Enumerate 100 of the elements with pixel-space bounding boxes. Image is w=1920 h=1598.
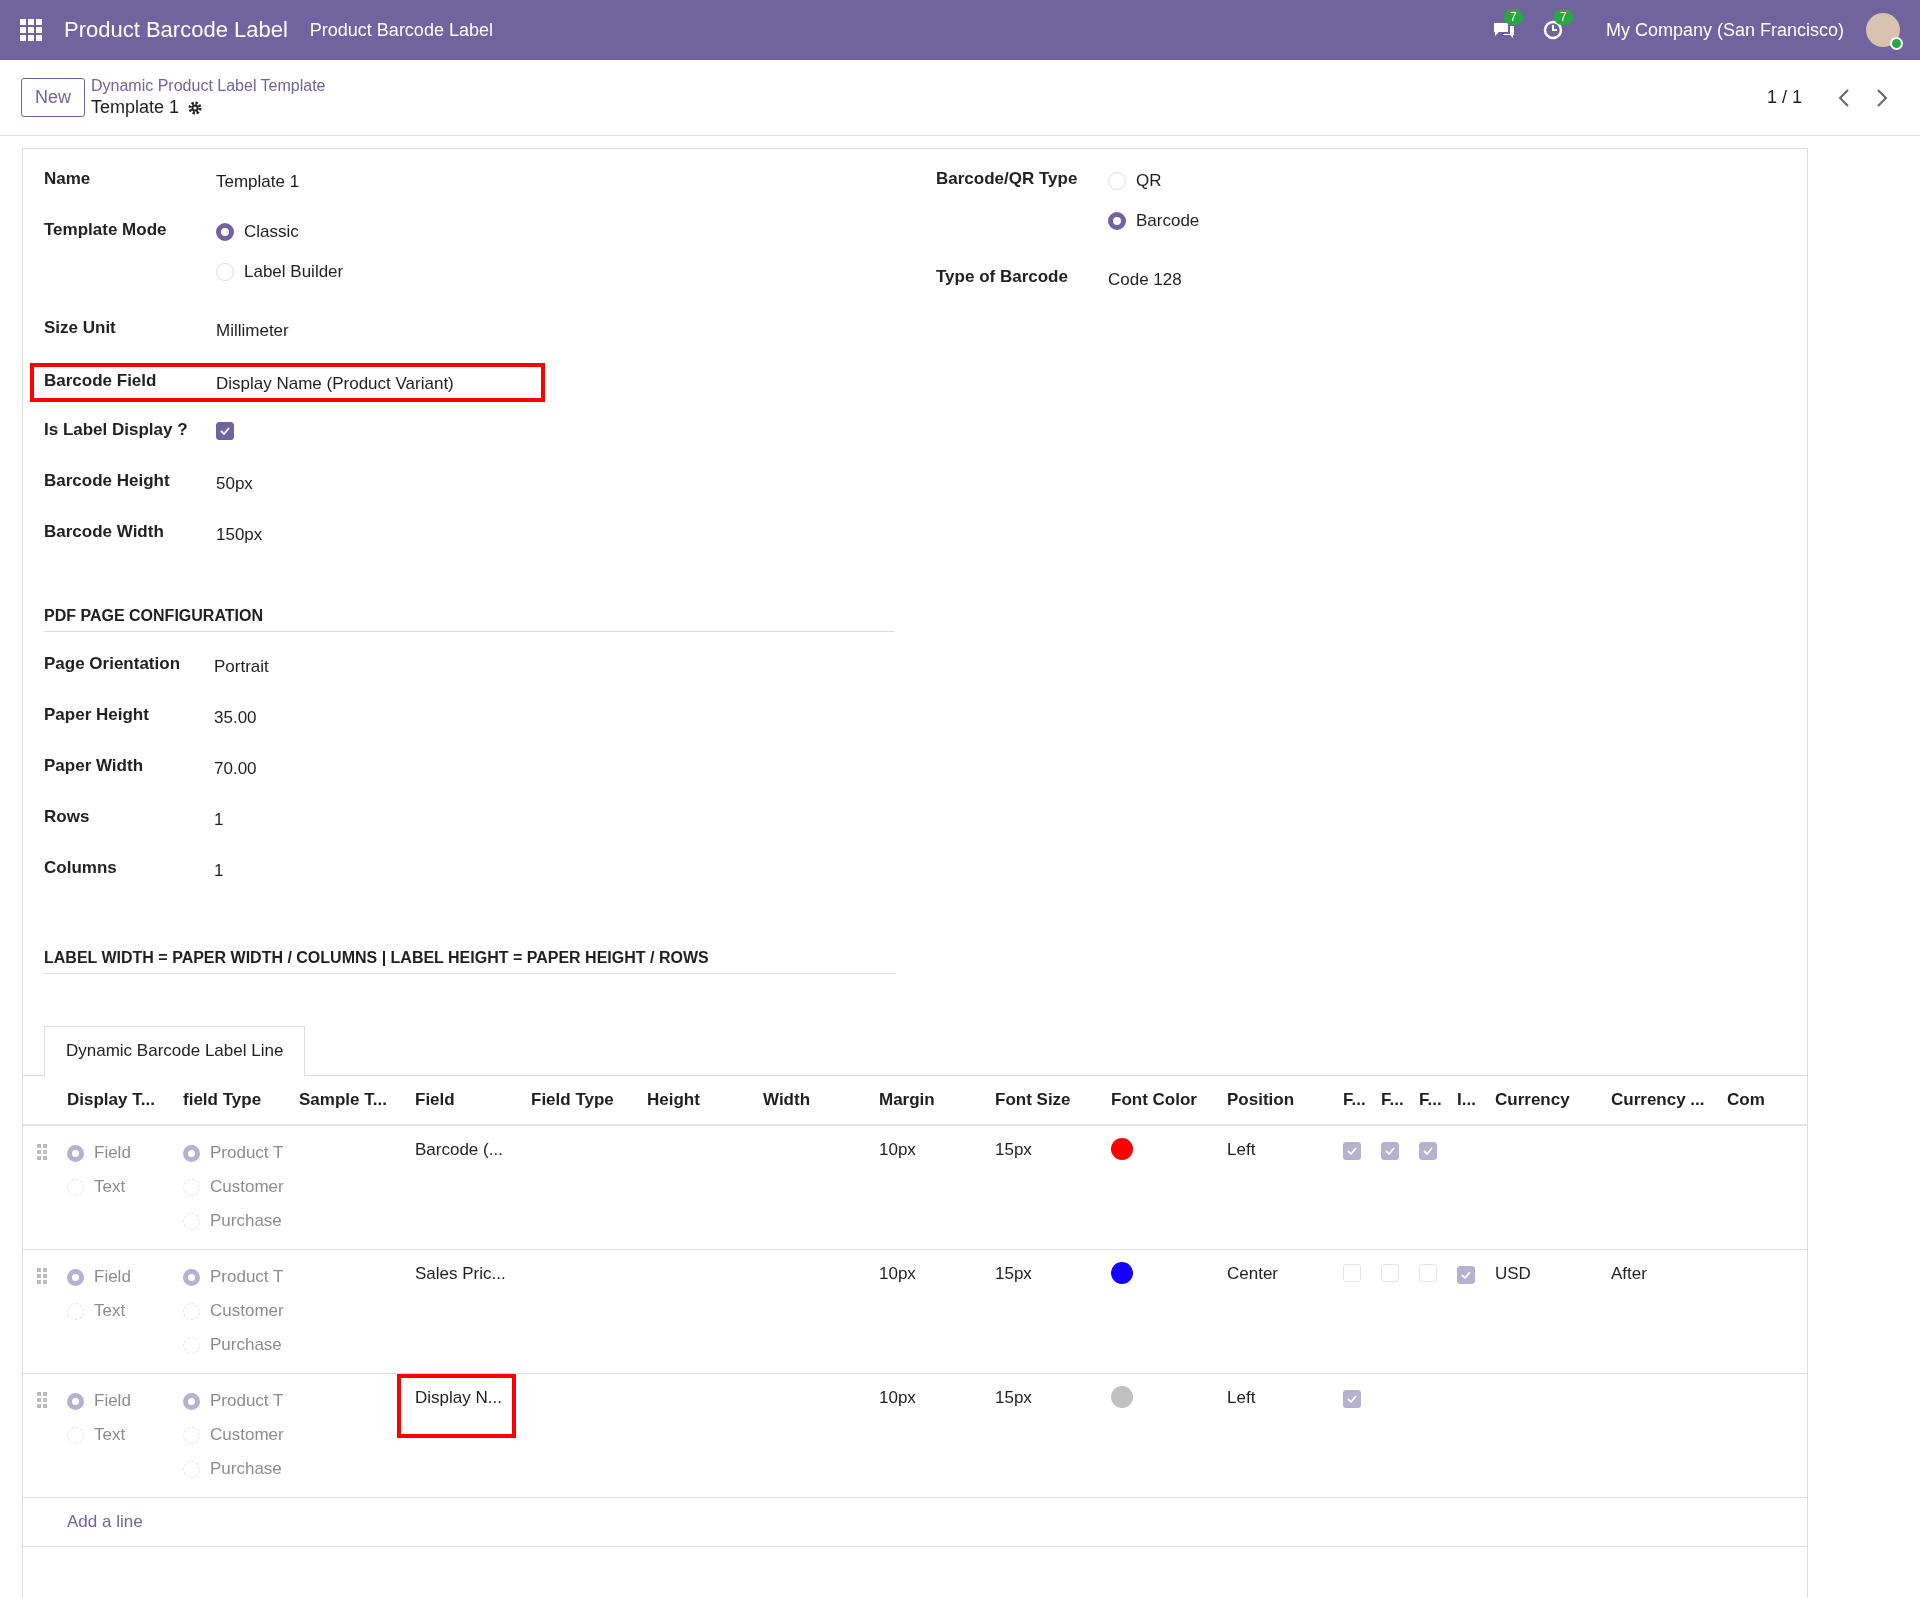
column-header[interactable]: Width xyxy=(763,1090,879,1110)
table-cell-text: USD xyxy=(1495,1264,1532,1284)
column-header[interactable]: Field xyxy=(415,1090,531,1110)
field-value[interactable]: 1 xyxy=(214,858,936,909)
column-header[interactable]: Sample T... xyxy=(299,1090,415,1110)
user-avatar[interactable] xyxy=(1866,13,1900,47)
drag-handle-icon[interactable] xyxy=(37,1144,47,1160)
field-value[interactable]: Portrait xyxy=(214,654,936,705)
section-title: PDF PAGE CONFIGURATION xyxy=(44,607,895,632)
table-cell-text: 10px xyxy=(879,1388,917,1408)
radio-label[interactable]: Label Builder xyxy=(244,262,344,282)
checkbox[interactable] xyxy=(1419,1142,1437,1160)
message-count-badge: 7 xyxy=(1503,9,1523,25)
apps-menu-icon[interactable] xyxy=(20,19,42,41)
app-title: Product Barcode Label xyxy=(64,17,288,43)
check-icon xyxy=(1461,1271,1471,1279)
field-value[interactable]: 70.00 xyxy=(214,756,936,807)
field-label: Barcode/QR Type xyxy=(936,169,1079,189)
radio-button[interactable] xyxy=(183,1268,200,1286)
table-cell-text: 10px xyxy=(879,1140,917,1160)
field-value[interactable]: Template 1 xyxy=(216,169,936,192)
check-icon xyxy=(1423,1147,1433,1155)
field-label: Template Mode xyxy=(44,220,168,240)
field-label: Paper Width xyxy=(44,756,145,777)
radio-label[interactable]: Classic xyxy=(244,222,299,242)
radio-label[interactable]: Barcode xyxy=(1136,211,1200,231)
column-header[interactable]: Field Type xyxy=(531,1090,647,1110)
table-cell-text: Left xyxy=(1227,1140,1257,1160)
column-header[interactable]: Font Size xyxy=(995,1090,1111,1110)
check-icon xyxy=(1347,1147,1357,1155)
check-icon xyxy=(220,427,230,435)
drag-handle-icon[interactable] xyxy=(37,1392,47,1408)
radio-button[interactable] xyxy=(216,223,234,241)
gear-icon[interactable] xyxy=(187,99,204,116)
table-cell: Display N... xyxy=(397,1374,516,1438)
radio-button[interactable] xyxy=(67,1392,84,1410)
table-cell-text: Left xyxy=(1227,1388,1257,1408)
radio-button[interactable] xyxy=(67,1144,84,1162)
column-header[interactable]: Position xyxy=(1227,1090,1343,1110)
column-header[interactable]: F... xyxy=(1419,1090,1457,1110)
record-title: Template 1 xyxy=(91,97,180,118)
add-line-link[interactable]: Add a line xyxy=(23,1498,1807,1547)
company-switcher[interactable]: My Company (San Francisco) xyxy=(1605,19,1844,41)
chat-icon[interactable] xyxy=(1491,20,1516,40)
section-title: LABEL WIDTH = PAPER WIDTH / COLUMNS | LABEL HEIGHT = PAPER HEIGHT / ROWS xyxy=(44,949,895,974)
table-cell-text: Center xyxy=(1227,1264,1280,1284)
field-label: Paper Height xyxy=(44,705,150,726)
chevron-right-icon xyxy=(1876,88,1888,107)
field-label: Columns xyxy=(44,858,118,879)
field-label: Name xyxy=(44,169,92,189)
column-header[interactable]: I... xyxy=(1457,1090,1495,1110)
menu-item[interactable]: Product Barcode Label xyxy=(309,19,493,41)
column-header[interactable]: Com xyxy=(1727,1090,1767,1110)
new-button[interactable]: New xyxy=(21,78,85,117)
checkbox[interactable] xyxy=(1457,1266,1475,1284)
radio-button[interactable] xyxy=(1108,212,1126,230)
check-icon xyxy=(1385,1147,1395,1155)
table-cell-text: After xyxy=(1611,1264,1648,1284)
field-label: Barcode Height xyxy=(44,471,171,491)
radio-label[interactable]: QR xyxy=(1136,171,1162,191)
column-header[interactable]: Height xyxy=(647,1090,763,1110)
field-value[interactable]: 150px xyxy=(216,522,936,545)
table-cell-text: 15px xyxy=(995,1388,1033,1408)
field-label: Page Orientation xyxy=(44,654,182,675)
checkbox[interactable] xyxy=(216,422,234,440)
clock-icon[interactable] xyxy=(1541,19,1564,41)
activity-count-badge: 7 xyxy=(1553,9,1573,25)
checkbox[interactable] xyxy=(1343,1390,1361,1408)
field-label: Size Unit xyxy=(44,318,117,338)
column-header[interactable]: Currency xyxy=(1495,1090,1611,1110)
field-value[interactable]: 50px xyxy=(216,471,936,494)
field-value[interactable]: 1 xyxy=(214,807,936,858)
field-value[interactable]: Display Name (Product Variant) xyxy=(216,371,481,394)
field-value[interactable]: 35.00 xyxy=(214,705,936,756)
field-label: Barcode Field xyxy=(44,371,158,392)
radio-button[interactable] xyxy=(67,1268,84,1286)
drag-handle-icon[interactable] xyxy=(37,1268,47,1284)
table-cell-text: 15px xyxy=(995,1264,1033,1284)
checkbox[interactable] xyxy=(1343,1142,1361,1160)
column-header[interactable]: Display T... xyxy=(67,1090,183,1110)
field-label: Barcode Width xyxy=(44,522,165,542)
notebook-tab[interactable]: Dynamic Barcode Label Line xyxy=(44,1026,306,1076)
table-cell-text: Barcode (... xyxy=(414,1140,503,1160)
column-header[interactable]: Margin xyxy=(879,1090,995,1110)
chevron-left-icon xyxy=(1838,88,1850,107)
field-value[interactable]: Code 128 xyxy=(1108,267,1776,290)
radio-button[interactable] xyxy=(183,1144,200,1162)
column-header[interactable]: Font Color xyxy=(1111,1090,1227,1110)
column-header[interactable]: field Type xyxy=(183,1090,299,1110)
field-label: Rows xyxy=(44,807,91,828)
radio-button[interactable] xyxy=(183,1392,200,1410)
checkbox[interactable] xyxy=(1381,1142,1399,1160)
field-label: Type of Barcode xyxy=(936,267,1069,287)
column-header[interactable]: F... xyxy=(1381,1090,1419,1110)
field-value[interactable]: Millimeter xyxy=(216,318,936,341)
column-header[interactable]: F... xyxy=(1343,1090,1381,1110)
table-cell-text: 10px xyxy=(879,1264,917,1284)
column-header[interactable]: Currency ... xyxy=(1611,1090,1727,1110)
table-cell-text: Sales Pric... xyxy=(414,1264,506,1284)
breadcrumb-link[interactable]: Dynamic Product Label Template xyxy=(91,77,326,95)
